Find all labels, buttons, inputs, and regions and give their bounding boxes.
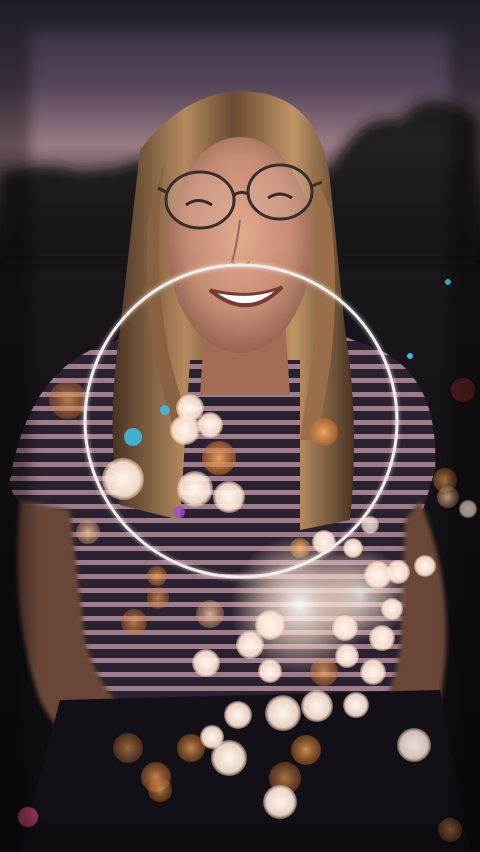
photo-scene xyxy=(0,0,480,852)
bokeh-portrait-image xyxy=(0,0,480,852)
